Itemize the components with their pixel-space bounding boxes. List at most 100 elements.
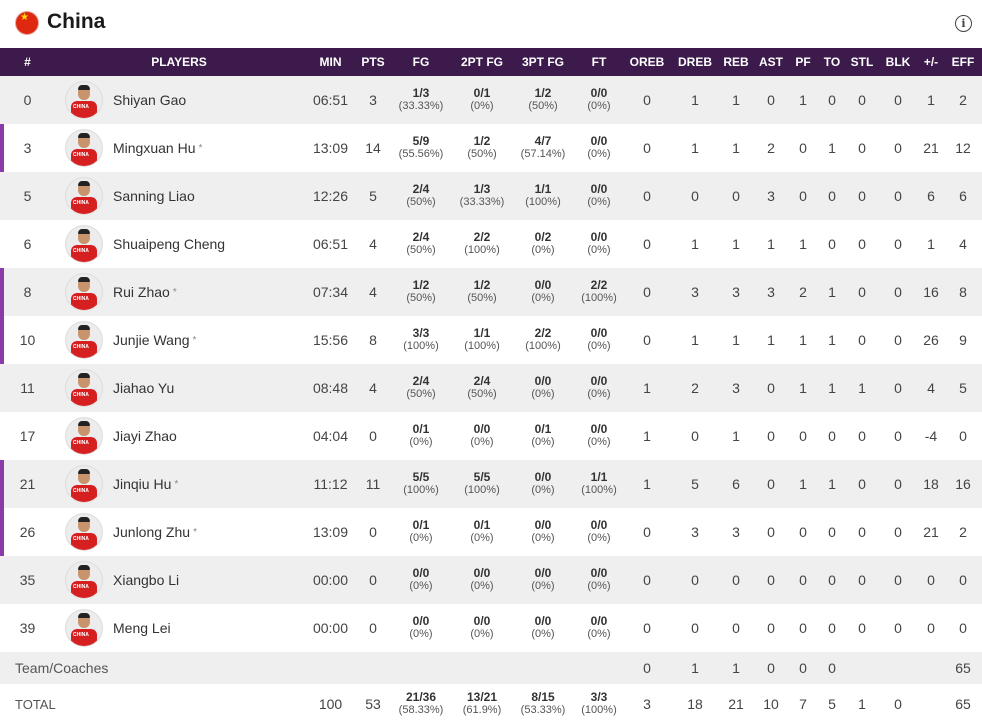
cell-ft: 0/0 (0%) [576,556,622,604]
player-name-link[interactable]: Sanning Liao [113,188,195,204]
cell-plus-minus: 0 [927,620,935,636]
cell-pf: 2 [799,284,807,300]
cell-minutes: 06:51 [312,92,349,108]
cell-reb: 21 [728,696,744,712]
player-name-link[interactable]: Meng Lei [113,620,171,636]
column-header-reb[interactable]: REB [718,48,754,76]
player-cell[interactable]: Jinqiu Hu* [55,460,303,508]
fg-made-attempted: 0/1 [412,518,430,532]
fg3-percentage: (57.14%) [520,148,566,160]
info-icon[interactable]: i [955,15,972,32]
cell-ast: 1 [767,236,775,252]
cell-points: 53 [365,696,381,712]
fg3-made-attempted: 0/0 [534,470,552,484]
cell-oreb: 3 [643,696,651,712]
fg-percentage: (50%) [406,196,436,208]
player-row[interactable]: 35Xiangbo Li00:0000/0(0%)0/0(0%)0/0(0%)0… [0,556,982,604]
fg2-made-attempted: 5/5 [473,470,491,484]
player-name-link[interactable]: Junlong Zhu [113,524,190,540]
player-cell[interactable]: Meng Lei [55,604,303,652]
player-row[interactable]: 8Rui Zhao*07:3441/2(50%)1/2(50%)0/0(0%)2… [0,268,982,316]
ft-percentage: (0%) [587,580,611,592]
column-header-blk[interactable]: BLK [878,48,918,76]
player-row[interactable]: 26Junlong Zhu*13:0900/1(0%)0/1(0%)0/0(0%… [0,508,982,556]
column-header-ast[interactable]: AST [754,48,788,76]
fg3-made-attempted: 0/0 [534,614,552,628]
player-name-link[interactable]: Jiahao Yu [113,380,174,396]
cell-minutes: 13:09 [312,524,349,540]
column-header-number[interactable]: # [0,48,55,76]
column-header-players[interactable]: PLAYERS [55,48,303,76]
player-cell[interactable]: Xiangbo Li [55,556,303,604]
player-cell[interactable]: Rui Zhao* [55,268,303,316]
column-header-pf[interactable]: PF [788,48,818,76]
player-cell[interactable]: Shiyan Gao [55,76,303,124]
player-cell[interactable]: Shuaipeng Cheng [55,220,303,268]
player-name-link[interactable]: Mingxuan Hu [113,140,196,156]
fg2-made-attempted: 0/1 [473,518,491,532]
column-header-oreb[interactable]: OREB [622,48,672,76]
player-row[interactable]: 11Jiahao Yu08:4842/4(50%)2/4(50%)0/0(0%)… [0,364,982,412]
jersey-number: 6 [23,236,32,252]
column-header-dreb[interactable]: DREB [672,48,718,76]
cell-pf: 0 [799,660,807,676]
player-name-link[interactable]: Rui Zhao [113,284,170,300]
column-header-to[interactable]: TO [818,48,846,76]
player-row[interactable]: 6Shuaipeng Cheng06:5142/4(50%)2/2(100%)0… [0,220,982,268]
cell-reb: 1 [732,140,740,156]
player-cell[interactable]: Mingxuan Hu* [55,124,303,172]
cell-ast: 0 [767,660,775,676]
fg-made-attempted: 1/2 [412,278,430,292]
player-row[interactable]: 39Meng Lei00:0000/0(0%)0/0(0%)0/0(0%)0/0… [0,604,982,652]
column-header-minutes[interactable]: MIN [303,48,358,76]
column-header-ft[interactable]: FT [576,48,622,76]
player-row[interactable]: 0Shiyan Gao06:5131/3(33.33%)0/1(0%)1/2(5… [0,76,982,124]
fg-made-attempted: 5/9 [412,134,430,148]
cell-minutes: 15:56 [312,332,349,348]
fg2-made-attempted: 1/2 [473,278,491,292]
player-name-link[interactable]: Jiayi Zhao [113,428,177,444]
player-cell[interactable]: Sanning Liao [55,172,303,220]
player-cell[interactable]: Junlong Zhu* [55,508,303,556]
column-header-fg2[interactable]: 2PT FG [454,48,510,76]
fg-made-attempted: 2/4 [412,230,430,244]
player-row[interactable]: 5Sanning Liao12:2652/4(50%)1/3(33.33%)1/… [0,172,982,220]
player-name-link[interactable]: Shuaipeng Cheng [113,236,225,252]
cell-ft: 0/0 (0%) [576,76,622,124]
cell-oreb: 1 [643,380,651,396]
player-cell[interactable]: Jiayi Zhao [55,412,303,460]
player-row[interactable]: 17Jiayi Zhao04:0400/1(0%)0/0(0%)0/1(0%)0… [0,412,982,460]
player-avatar [65,369,103,407]
column-header-stl[interactable]: STL [846,48,878,76]
fg3-percentage: (0%) [531,244,555,256]
player-cell[interactable]: Jiahao Yu [55,364,303,412]
player-name-link[interactable]: Junjie Wang [113,332,190,348]
cell-points [358,652,388,684]
player-row[interactable]: 3Mingxuan Hu*13:09145/9(55.56%)1/2(50%)4… [0,124,982,172]
cell-to: 0 [828,188,836,204]
cell-points: 11 [365,476,381,492]
player-avatar [65,321,103,359]
jersey-number: 39 [19,620,36,636]
cell-ft: 0/0 (0%) [576,508,622,556]
cell-reb: 0 [732,188,740,204]
player-row[interactable]: 21Jinqiu Hu*11:12115/5(100%)5/5(100%)0/0… [0,460,982,508]
player-name-link[interactable]: Jinqiu Hu [113,476,171,492]
column-header-plus-minus[interactable]: +/- [918,48,944,76]
cell-eff: 5 [959,380,967,396]
cell-oreb: 0 [643,92,651,108]
fg3-percentage: (0%) [531,628,555,640]
total-row: TOTAL 100 53 21/36 (58.33%) 13/21 (61.9%) 8/15(… [0,684,982,724]
cell-to: 1 [828,380,836,396]
ft-made-attempted: 0/0 [590,566,608,580]
column-header-fg3[interactable]: 3PT FG [510,48,576,76]
column-header-fg[interactable]: FG [388,48,454,76]
player-name-link[interactable]: Xiangbo Li [113,572,179,588]
jersey-number: 0 [23,92,32,108]
column-header-points[interactable]: PTS [358,48,388,76]
player-cell[interactable]: Junjie Wang* [55,316,303,364]
player-name-link[interactable]: Shiyan Gao [113,92,186,108]
column-header-eff[interactable]: EFF [944,48,982,76]
player-row[interactable]: 10Junjie Wang*15:5683/3(100%)1/1(100%)2/… [0,316,982,364]
fg-made-attempted: 3/3 [412,326,430,340]
